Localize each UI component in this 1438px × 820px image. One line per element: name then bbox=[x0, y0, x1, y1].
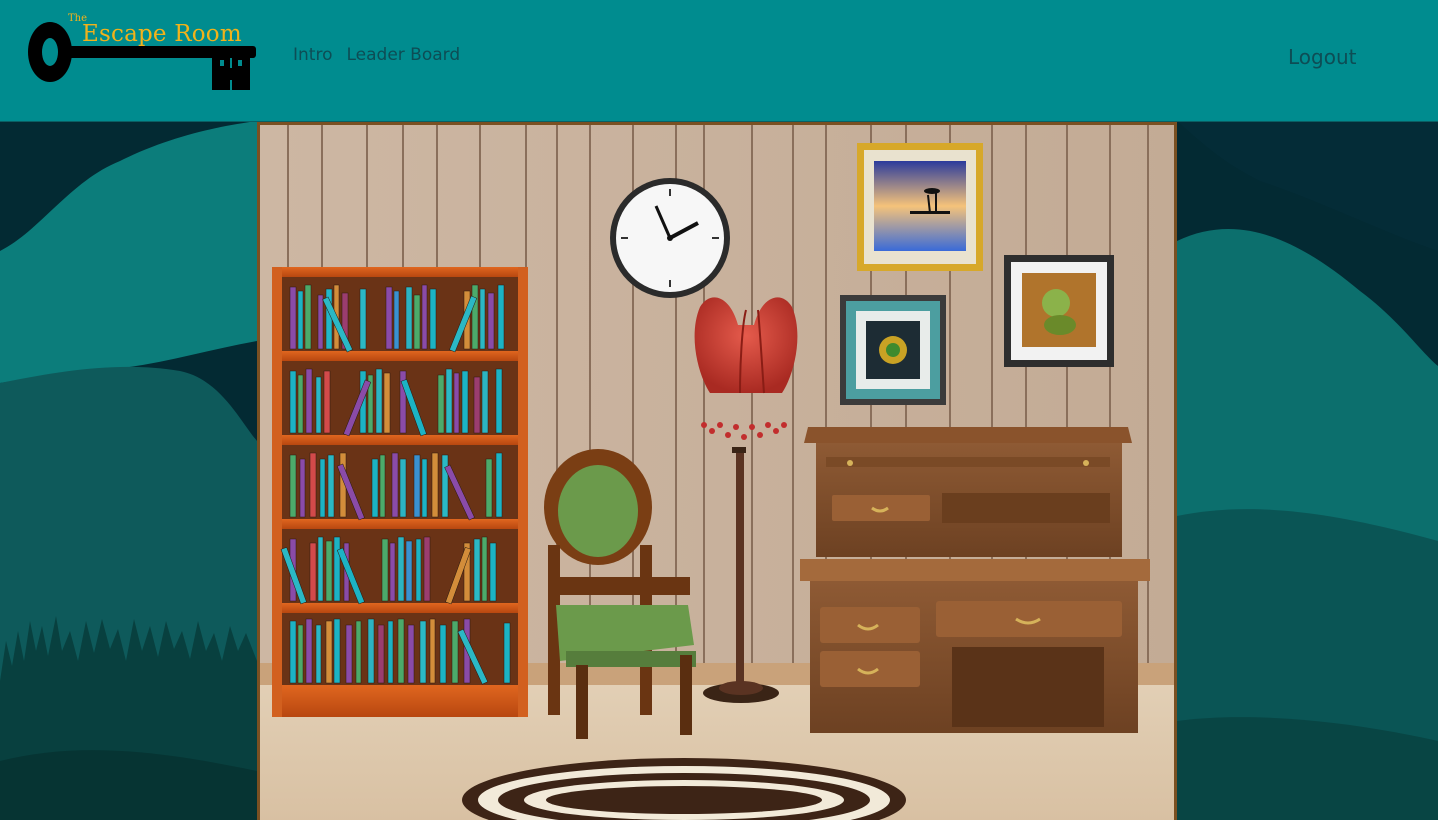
painting-creature-icon[interactable] bbox=[1004, 255, 1114, 367]
logo-title: Escape Room bbox=[82, 21, 242, 47]
roll-top-desk-icon[interactable] bbox=[800, 427, 1150, 733]
escape-room-logo[interactable]: The Escape Room bbox=[26, 12, 258, 94]
main-nav: Intro Leader Board bbox=[293, 45, 460, 65]
wall-clock-icon[interactable] bbox=[610, 178, 730, 298]
painting-ornament-icon[interactable] bbox=[840, 295, 946, 405]
nav-intro-link[interactable]: Intro bbox=[293, 45, 332, 65]
escape-room-scene bbox=[257, 122, 1177, 820]
nav-leader-board-link[interactable]: Leader Board bbox=[346, 45, 460, 65]
logout-link[interactable]: Logout bbox=[1288, 45, 1356, 69]
top-navbar: The Escape Room Intro Leader Board Logou… bbox=[0, 0, 1438, 122]
room-canvas bbox=[260, 125, 1174, 820]
painting-beach-icon[interactable] bbox=[857, 143, 983, 271]
bookshelf-icon[interactable] bbox=[272, 267, 528, 717]
